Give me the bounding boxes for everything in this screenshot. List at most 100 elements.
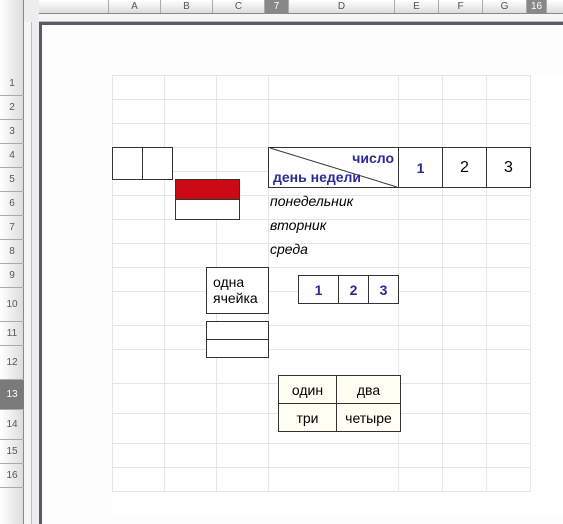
row-header-14[interactable]: 14 [0, 410, 24, 440]
header-num-1[interactable]: 1 [399, 148, 443, 188]
merged-one-cell[interactable]: однаячейка [207, 268, 269, 314]
cell-A10[interactable] [113, 292, 165, 326]
cell-G6[interactable] [487, 196, 531, 220]
row-header-8[interactable]: 8 [0, 240, 24, 264]
row-header-6[interactable]: 6 [0, 192, 24, 216]
col-header-B[interactable]: B [161, 0, 213, 13]
cell-C14[interactable] [217, 414, 269, 444]
table-one-cell[interactable]: однаячейка [206, 267, 269, 314]
cell-dva[interactable]: два [337, 376, 401, 404]
row-header-15[interactable]: 15 [0, 440, 24, 464]
header-num-3[interactable]: 3 [487, 148, 531, 188]
cell-G7[interactable] [487, 220, 531, 244]
cell-C16[interactable] [217, 468, 269, 492]
cell-A12[interactable] [113, 350, 165, 384]
cell-E9[interactable] [399, 268, 443, 292]
cell-chetyre[interactable]: четыре [337, 404, 401, 432]
cell-B8[interactable] [165, 244, 217, 268]
column-ruler[interactable]: A B C 7 D E F G 16 [39, 0, 563, 14]
row-header-16[interactable]: 16 [0, 464, 24, 488]
cell-E13[interactable] [399, 384, 443, 414]
cell-E1[interactable] [399, 76, 443, 100]
cell-A8[interactable] [113, 244, 165, 268]
cell-A13[interactable] [113, 384, 165, 414]
cell-E2[interactable] [399, 100, 443, 124]
cell-G2[interactable] [487, 100, 531, 124]
cell-C7[interactable] [217, 220, 269, 244]
table-nums-row[interactable]: 1 2 3 [298, 275, 399, 304]
cell-G1[interactable] [487, 76, 531, 100]
cell-G9[interactable] [487, 268, 531, 292]
cell-F9[interactable] [443, 268, 487, 292]
cell-E6[interactable] [399, 196, 443, 220]
cell-tri[interactable]: три [279, 404, 337, 432]
cell-C2[interactable] [217, 100, 269, 124]
cell-B13[interactable] [165, 384, 217, 414]
cell-odin[interactable]: один [279, 376, 337, 404]
cell-A2[interactable] [113, 100, 165, 124]
cell-A16[interactable] [113, 468, 165, 492]
num-1[interactable]: 1 [299, 276, 339, 304]
cell-G13[interactable] [487, 384, 531, 414]
cell-G10[interactable] [487, 292, 531, 326]
cell-E7[interactable] [399, 220, 443, 244]
cell-D3[interactable] [269, 124, 399, 148]
cell-F3[interactable] [443, 124, 487, 148]
cell-A7[interactable] [113, 220, 165, 244]
cell-B2[interactable] [165, 100, 217, 124]
num-2[interactable]: 2 [339, 276, 369, 304]
cell-E11[interactable] [399, 326, 443, 350]
cell-G12[interactable] [487, 350, 531, 384]
cell-D15[interactable] [269, 444, 399, 468]
table-two-stacked[interactable] [206, 321, 269, 358]
cell-G3[interactable] [487, 124, 531, 148]
cell-F2[interactable] [443, 100, 487, 124]
red-cell[interactable] [176, 180, 240, 200]
cell-F10[interactable] [443, 292, 487, 326]
cell-A1[interactable] [113, 76, 165, 100]
cell-D2[interactable] [269, 100, 399, 124]
num-3[interactable]: 3 [369, 276, 399, 304]
cell-C4[interactable] [217, 148, 269, 172]
cell-G14[interactable] [487, 414, 531, 444]
cell-C13[interactable] [217, 384, 269, 414]
col-header-C[interactable]: C [213, 0, 265, 13]
cell-F14[interactable] [443, 414, 487, 444]
cell-E16[interactable] [399, 468, 443, 492]
cell-B16[interactable] [165, 468, 217, 492]
diagonal-header-cell[interactable]: день недели число [269, 148, 399, 188]
cell-E3[interactable] [399, 124, 443, 148]
col-header-F[interactable]: F [439, 0, 483, 13]
row-header-5[interactable]: 5 [0, 168, 24, 192]
cell-G8[interactable] [487, 244, 531, 268]
col-header-G[interactable]: G [483, 0, 527, 13]
cell-F8[interactable] [443, 244, 487, 268]
cell-C3[interactable] [217, 124, 269, 148]
header-num-2[interactable]: 2 [443, 148, 487, 188]
col-header-D[interactable]: D [289, 0, 395, 13]
col-header-A[interactable]: A [109, 0, 161, 13]
cell-C8[interactable] [217, 244, 269, 268]
cell-E10[interactable] [399, 292, 443, 326]
cell-D1[interactable] [269, 76, 399, 100]
row-header-2[interactable]: 2 [0, 96, 24, 120]
cell-D16[interactable] [269, 468, 399, 492]
cell-G15[interactable] [487, 444, 531, 468]
cell-F15[interactable] [443, 444, 487, 468]
cell-C15[interactable] [217, 444, 269, 468]
table-empty-two[interactable] [112, 147, 173, 180]
row-header-13[interactable]: 13 [0, 380, 24, 410]
cell-F6[interactable] [443, 196, 487, 220]
row-header-10[interactable]: 10 [0, 288, 24, 322]
cell-F13[interactable] [443, 384, 487, 414]
cell-D11[interactable] [269, 326, 399, 350]
cell-E8[interactable] [399, 244, 443, 268]
cell-F7[interactable] [443, 220, 487, 244]
cell-A15[interactable] [113, 444, 165, 468]
row-header-9[interactable]: 9 [0, 264, 24, 288]
cell-A3[interactable] [113, 124, 165, 148]
cell-A14[interactable] [113, 414, 165, 444]
spreadsheet-sheet[interactable]: день недели число 1 2 3 понедельник втор… [112, 75, 563, 515]
cell-B14[interactable] [165, 414, 217, 444]
cell-G11[interactable] [487, 326, 531, 350]
